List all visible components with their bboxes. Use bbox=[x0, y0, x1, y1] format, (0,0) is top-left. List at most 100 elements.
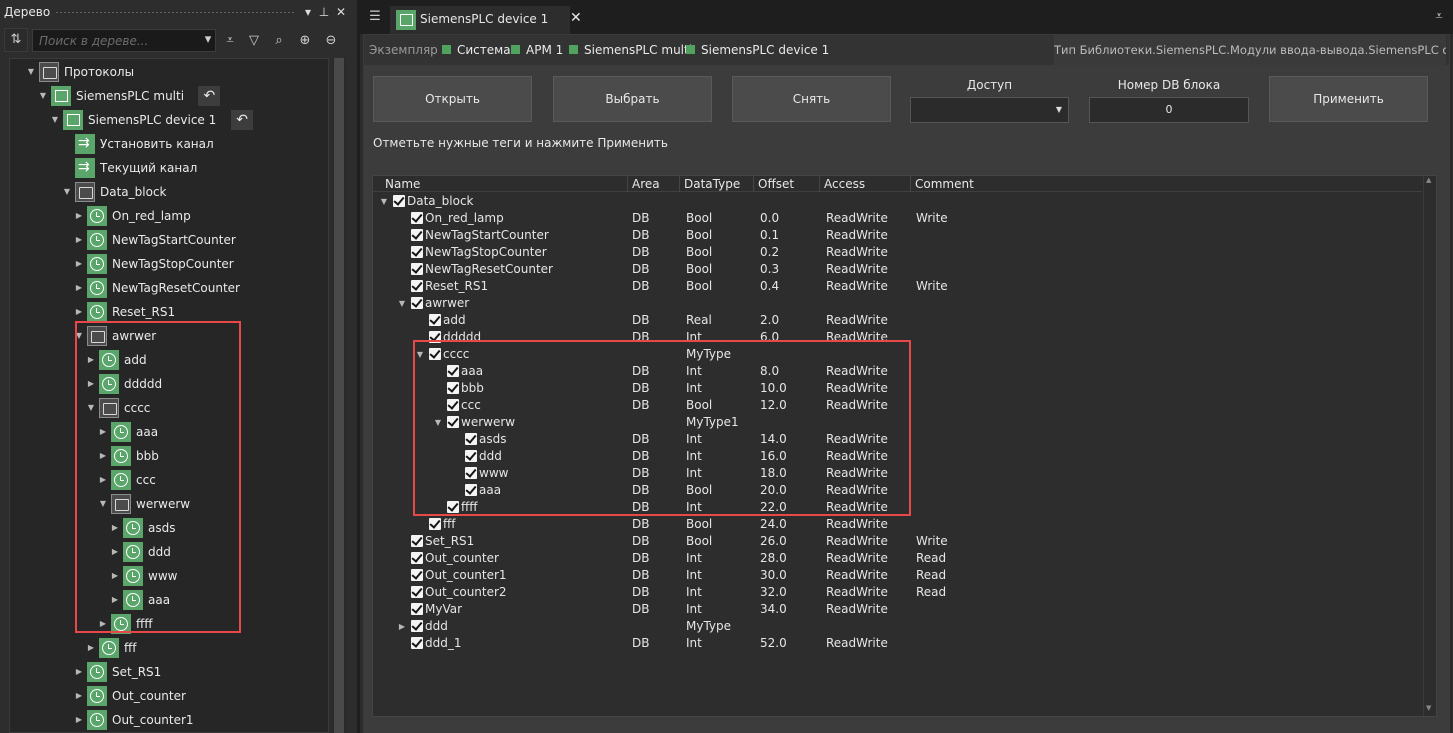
dropdown-icon[interactable]: ▾ bbox=[301, 4, 315, 20]
tree-item[interactable]: Текущий канал bbox=[10, 155, 328, 180]
drag-grip[interactable] bbox=[55, 11, 295, 14]
tree-scrollbar[interactable] bbox=[332, 58, 346, 733]
open-button[interactable]: Открыть bbox=[373, 76, 532, 122]
tree-item[interactable]: Установить канал bbox=[10, 131, 328, 156]
row-checkbox[interactable] bbox=[411, 637, 423, 649]
tree-item[interactable]: ▶ Out_counter1 bbox=[10, 708, 328, 732]
search-up-icon[interactable]: ⊕ bbox=[294, 30, 316, 52]
collapse-all-icon[interactable]: ⩡ bbox=[219, 30, 241, 52]
close-icon[interactable]: ✕ bbox=[334, 4, 348, 20]
row-checkbox[interactable] bbox=[393, 195, 405, 207]
expanded-arrow-icon[interactable]: ▼ bbox=[50, 108, 60, 132]
undo-icon[interactable]: ↶ bbox=[231, 110, 254, 130]
search-input[interactable]: Поиск в дереве... bbox=[32, 29, 216, 52]
row-checkbox[interactable] bbox=[429, 314, 441, 326]
table-row[interactable]: Reset_RS1 DB Bool 0.4 ReadWrite Write bbox=[373, 278, 1422, 295]
tab-close-icon[interactable]: ✕ bbox=[570, 10, 582, 26]
table-row[interactable]: fff DB Bool 24.0 ReadWrite bbox=[373, 516, 1422, 533]
table-row[interactable]: On_red_lamp DB Bool 0.0 ReadWrite Write bbox=[373, 210, 1422, 227]
table-row[interactable]: ddd_1 DB Int 52.0 ReadWrite bbox=[373, 635, 1422, 652]
expanded-arrow-icon[interactable]: ▼ bbox=[379, 193, 389, 210]
breadcrumb-item[interactable]: Система bbox=[442, 43, 511, 57]
tree-item[interactable]: ▼ SiemensPLC device 1 ↶ bbox=[10, 108, 328, 132]
collapsed-arrow-icon[interactable]: ▶ bbox=[74, 228, 84, 252]
tree-structure-button[interactable]: ⇅ bbox=[4, 28, 28, 52]
row-checkbox[interactable] bbox=[411, 620, 423, 632]
tree-item[interactable]: ▶ NewTagResetCounter bbox=[10, 276, 328, 300]
expanded-arrow-icon[interactable]: ▼ bbox=[38, 84, 48, 108]
row-checkbox[interactable] bbox=[411, 603, 423, 615]
row-checkbox[interactable] bbox=[429, 518, 441, 530]
column-header-datatype[interactable]: DataType bbox=[680, 176, 754, 192]
search-icon[interactable]: ⌕ bbox=[268, 30, 290, 52]
row-checkbox[interactable] bbox=[411, 569, 423, 581]
row-checkbox[interactable] bbox=[411, 229, 423, 241]
tabs-menu-icon[interactable]: ⩡ bbox=[1428, 6, 1450, 28]
column-header-access[interactable]: Access bbox=[820, 176, 911, 192]
column-header-name[interactable]: Name bbox=[373, 176, 628, 192]
table-row[interactable]: Out_counter1 DB Int 30.0 ReadWrite Read bbox=[373, 567, 1422, 584]
column-header-offset[interactable]: Offset bbox=[754, 176, 820, 192]
undo-icon[interactable]: ↶ bbox=[198, 86, 221, 106]
tree-item[interactable]: ▶ Set_RS1 bbox=[10, 660, 328, 684]
collapsed-arrow-icon[interactable]: ▶ bbox=[74, 660, 84, 684]
table-row[interactable]: ▼ awrwer bbox=[373, 295, 1422, 312]
table-row[interactable]: NewTagStartCounter DB Bool 0.1 ReadWrite bbox=[373, 227, 1422, 244]
row-checkbox[interactable] bbox=[411, 297, 423, 309]
tree-item[interactable]: ▶ On_red_lamp bbox=[10, 204, 328, 228]
table-row[interactable]: Out_counter DB Int 28.0 ReadWrite Read bbox=[373, 550, 1422, 567]
tree-item[interactable]: ▶ NewTagStartCounter bbox=[10, 228, 328, 252]
tree-item[interactable]: ▼ Data_block bbox=[10, 180, 328, 204]
scrollbar-thumb[interactable] bbox=[334, 58, 344, 733]
collapsed-arrow-icon[interactable]: ▶ bbox=[397, 618, 407, 635]
table-row[interactable]: ▶ ddd MyType bbox=[373, 618, 1422, 635]
table-row[interactable]: Out_counter2 DB Int 32.0 ReadWrite Read bbox=[373, 584, 1422, 601]
search-down-icon[interactable]: ⊖ bbox=[320, 30, 342, 52]
row-checkbox[interactable] bbox=[411, 212, 423, 224]
grid-scrollbar[interactable]: ▲ ▼ bbox=[1423, 176, 1436, 716]
row-checkbox[interactable] bbox=[411, 586, 423, 598]
select-button[interactable]: Выбрать bbox=[553, 76, 712, 122]
table-row[interactable]: MyVar DB Int 34.0 ReadWrite bbox=[373, 601, 1422, 618]
row-checkbox[interactable] bbox=[411, 535, 423, 547]
tab-siemensplc-device[interactable]: SiemensPLC device 1 ✕ bbox=[390, 6, 582, 34]
scroll-down-icon[interactable]: ▼ bbox=[1426, 704, 1431, 712]
collapsed-arrow-icon[interactable]: ▶ bbox=[74, 708, 84, 732]
tree-item[interactable]: ▶ fff bbox=[10, 636, 328, 660]
row-checkbox[interactable] bbox=[411, 263, 423, 275]
db-number-input[interactable]: 0 bbox=[1089, 97, 1249, 123]
breadcrumb-item[interactable]: SiemensPLC multi bbox=[569, 43, 692, 57]
breadcrumb-item[interactable]: АРМ 1 bbox=[511, 43, 563, 57]
collapsed-arrow-icon[interactable]: ▶ bbox=[74, 204, 84, 228]
pin-icon[interactable]: ⊥ bbox=[317, 4, 331, 20]
table-row[interactable]: add DB Real 2.0 ReadWrite bbox=[373, 312, 1422, 329]
table-row[interactable]: ▼ Data_block bbox=[373, 193, 1422, 210]
tree-item[interactable]: ▼ SiemensPLC multi ↶ bbox=[10, 84, 328, 108]
row-checkbox[interactable] bbox=[411, 552, 423, 564]
scroll-up-icon[interactable]: ▲ bbox=[1426, 176, 1431, 184]
row-checkbox[interactable] bbox=[411, 280, 423, 292]
breadcrumb-item[interactable]: SiemensPLC device 1 bbox=[686, 43, 829, 57]
tree-item[interactable]: ▼ Протоколы bbox=[10, 60, 328, 84]
collapsed-arrow-icon[interactable]: ▶ bbox=[74, 276, 84, 300]
access-select[interactable]: ▼ bbox=[910, 97, 1069, 123]
collapsed-arrow-icon[interactable]: ▶ bbox=[74, 684, 84, 708]
collapsed-arrow-icon[interactable]: ▶ bbox=[86, 636, 96, 660]
column-header-comment[interactable]: Comment bbox=[911, 176, 1422, 192]
expanded-arrow-icon[interactable]: ▼ bbox=[397, 295, 407, 312]
table-row[interactable]: NewTagStopCounter DB Bool 0.2 ReadWrite bbox=[373, 244, 1422, 261]
tree-item[interactable]: ▶ Out_counter bbox=[10, 684, 328, 708]
row-checkbox[interactable] bbox=[411, 246, 423, 258]
column-header-area[interactable]: Area bbox=[628, 176, 680, 192]
apply-button[interactable]: Применить bbox=[1269, 76, 1428, 122]
tab-list-icon[interactable]: ☰ bbox=[364, 6, 386, 28]
expanded-arrow-icon[interactable]: ▼ bbox=[62, 180, 72, 204]
table-row[interactable]: NewTagResetCounter DB Bool 0.3 ReadWrite bbox=[373, 261, 1422, 278]
filter-icon[interactable]: ▽ bbox=[243, 30, 265, 52]
deselect-button[interactable]: Снять bbox=[732, 76, 891, 122]
search-dropdown-icon[interactable]: ▾ bbox=[197, 29, 219, 51]
collapsed-arrow-icon[interactable]: ▶ bbox=[74, 252, 84, 276]
tree-item[interactable]: ▶ NewTagStopCounter bbox=[10, 252, 328, 276]
expanded-arrow-icon[interactable]: ▼ bbox=[26, 60, 36, 84]
table-row[interactable]: Set_RS1 DB Bool 26.0 ReadWrite Write bbox=[373, 533, 1422, 550]
